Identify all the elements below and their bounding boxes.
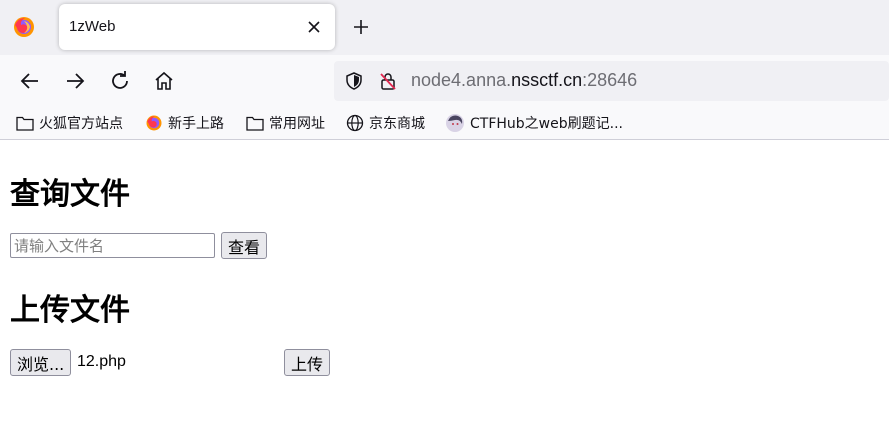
avatar-icon [446,114,464,132]
bookmark-label: CTFHub之web刷题记... [470,116,623,132]
navigation-bar: node4.anna.nssctf.cn:28646 [0,55,889,107]
url-host-domain: nssctf.cn [511,70,583,90]
bookmark-getting-started[interactable]: 新手上路 [145,113,224,133]
query-heading: 查询文件 [10,177,130,212]
bookmark-firefox-official[interactable]: 火狐官方站点 [16,113,123,133]
bookmark-jd-mall[interactable]: 京东商城 [346,113,425,133]
bookmark-label: 常用网址 [269,116,325,132]
bookmark-ctfhub[interactable]: CTFHub之web刷题记... [445,113,623,133]
tab-strip: 1zWeb [0,0,889,55]
filename-input[interactable] [10,233,215,258]
tab-title: 1zWeb [69,18,116,35]
firefox-logo-icon[interactable] [12,15,36,39]
back-icon[interactable] [18,69,42,93]
upload-button[interactable]: 上传 [284,349,331,376]
forward-icon[interactable] [63,69,87,93]
bookmarks-bar: 火狐官方站点 新手上路 常用网址 京东商城 CTFHub之web刷题记... [0,107,889,140]
bookmark-label: 新手上路 [168,116,224,132]
firefox-icon [146,115,162,131]
url-port: :28646 [582,70,638,90]
active-tab[interactable]: 1zWeb [59,4,335,50]
insecure-lock-icon[interactable] [378,71,398,91]
bookmark-label: 京东商城 [369,116,425,132]
upload-heading: 上传文件 [10,293,130,328]
view-button[interactable]: 查看 [221,232,268,259]
url-host-prefix: node4.anna. [411,70,512,90]
url-bar[interactable]: node4.anna.nssctf.cn:28646 [334,61,889,101]
home-icon[interactable] [152,69,176,93]
reload-icon[interactable] [108,69,132,93]
url-text[interactable]: node4.anna.nssctf.cn:28646 [411,70,637,91]
globe-icon [346,114,364,132]
page-content: 查询文件 查看 上传文件 浏览... 12.php 上传 [0,141,889,439]
bookmark-common-sites[interactable]: 常用网址 [246,113,325,133]
folder-icon [16,116,34,131]
new-tab-icon[interactable] [351,17,371,37]
selected-file-name: 12.php [77,353,126,370]
close-icon[interactable] [304,17,324,37]
shield-icon[interactable] [344,71,364,91]
bookmark-label: 火狐官方站点 [39,116,123,132]
browse-button[interactable]: 浏览... [10,349,72,376]
folder-icon [246,116,264,131]
